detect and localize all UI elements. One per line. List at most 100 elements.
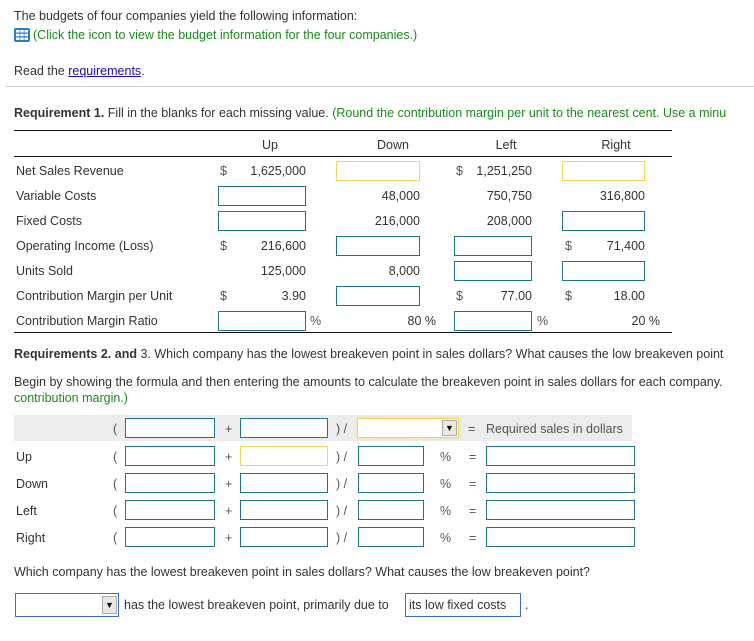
left-operating-income-input[interactable]	[454, 236, 532, 256]
equals-sign: =	[469, 504, 477, 518]
up-required-sales-input[interactable]	[486, 446, 635, 466]
table-bottom-rule	[14, 332, 672, 333]
percent-sign: %	[440, 450, 452, 464]
req23-question: Which company has the lowest breakeven p…	[150, 347, 724, 361]
right-net-sales-input[interactable]	[562, 161, 645, 181]
left-target-profit-input[interactable]	[240, 500, 328, 520]
table-grid-icon[interactable]	[14, 28, 30, 42]
column-header-left: Left	[495, 138, 517, 152]
plus-sign: +	[225, 504, 233, 518]
left-variable-costs: 750,750	[486, 189, 532, 203]
requirement-1-label: Requirement 1.	[14, 106, 105, 120]
row-label-operating-income: Operating Income (Loss)	[16, 239, 154, 253]
left-fixed-costs-input[interactable]	[125, 500, 215, 520]
company-label-down: Down	[16, 477, 48, 491]
column-header-down: Down	[377, 138, 409, 152]
down-cm-ratio-input[interactable]	[358, 473, 424, 493]
up-fixed-costs-input[interactable]	[125, 446, 215, 466]
percent-sign: %	[440, 477, 452, 491]
dollar-sign: $	[220, 164, 227, 178]
dollar-sign: $	[456, 289, 463, 303]
company-label-left: Left	[16, 504, 37, 518]
budget-info-instruction[interactable]: (Click the icon to view the budget infor…	[33, 28, 417, 42]
down-target-profit-input[interactable]	[240, 473, 328, 493]
up-cm-per-unit: 3.90	[281, 289, 306, 303]
dollar-sign: $	[565, 289, 572, 303]
left-cm-per-unit: 77.00	[500, 289, 532, 303]
right-fixed-costs-input[interactable]	[562, 211, 645, 231]
percent-sign: %	[310, 314, 322, 328]
req-and: and	[111, 347, 141, 361]
equals-sign: =	[469, 450, 477, 464]
reason-answer-dropdown[interactable]: its low fixed costs	[405, 593, 521, 617]
budget-info-link[interactable]: (Click the icon to view the budget infor…	[14, 28, 417, 42]
down-units-sold: 8,000	[388, 264, 420, 278]
requirement-1-heading: Requirement 1. Fill in the blanks for ea…	[14, 106, 726, 120]
row-label-cm-ratio: Contribution Margin Ratio	[16, 314, 158, 328]
company-label-up: Up	[16, 450, 32, 464]
formula-fixed-costs-label-input[interactable]	[125, 418, 215, 438]
close-divide: ) /	[336, 450, 348, 464]
dropdown-arrow-icon[interactable]: ▼	[102, 596, 117, 614]
down-cm-ratio: 80 %	[407, 314, 437, 328]
left-cm-ratio-input[interactable]	[358, 500, 424, 520]
down-net-sales-input[interactable]	[336, 161, 420, 181]
section-divider	[6, 86, 754, 87]
up-operating-income: 216,600	[260, 239, 306, 253]
up-target-profit-input[interactable]	[240, 446, 328, 466]
equals-sign: =	[469, 531, 477, 545]
close-divide: ) /	[336, 422, 348, 436]
column-header-up: Up	[262, 138, 278, 152]
right-units-sold-input[interactable]	[562, 261, 645, 281]
up-cm-ratio-input[interactable]	[358, 446, 424, 466]
company-answer-dropdown[interactable]: ▼	[15, 593, 119, 617]
row-label-net-sales: Net Sales Revenue	[16, 164, 124, 178]
down-required-sales-input[interactable]	[486, 473, 635, 493]
left-net-sales: 1,251,250	[476, 164, 532, 178]
percent-sign: %	[440, 504, 452, 518]
up-fixed-costs-input[interactable]	[218, 211, 306, 231]
table-top-rule	[14, 130, 672, 131]
left-fixed-costs: 208,000	[486, 214, 532, 228]
right-required-sales-input[interactable]	[486, 527, 635, 547]
down-operating-income-input[interactable]	[336, 236, 420, 256]
up-cm-ratio-input[interactable]	[218, 311, 306, 331]
requirements-link[interactable]: requirements	[68, 64, 141, 78]
left-cm-ratio-input[interactable]	[454, 311, 532, 331]
header-bottom-rule	[14, 156, 672, 157]
req2-label: Requirements 2.	[14, 347, 112, 361]
dollar-sign: $	[456, 164, 463, 178]
row-label-variable-costs: Variable Costs	[16, 189, 97, 203]
close-divide: ) /	[336, 477, 348, 491]
right-fixed-costs-input[interactable]	[125, 527, 215, 547]
down-cm-per-unit-input[interactable]	[336, 286, 420, 306]
read-prefix: Read the	[14, 64, 69, 78]
equals-sign: =	[468, 422, 476, 436]
requirement-1-text: Fill in the blanks for each missing valu…	[104, 106, 333, 120]
read-suffix: .	[141, 64, 145, 78]
row-label-fixed-costs: Fixed Costs	[16, 214, 82, 228]
open-paren: (	[113, 450, 118, 464]
up-variable-costs-input[interactable]	[218, 186, 306, 206]
up-units-sold: 125,000	[260, 264, 306, 278]
left-units-sold-input[interactable]	[454, 261, 532, 281]
open-paren: (	[113, 422, 118, 436]
required-sales-label: Required sales in dollars	[486, 422, 623, 436]
read-requirements: Read the requirements.	[14, 64, 145, 78]
answer-mid-text: has the lowest breakeven point, primaril…	[124, 598, 389, 612]
formula-target-profit-label-input[interactable]	[240, 418, 328, 438]
dollar-sign: $	[220, 289, 227, 303]
down-fixed-costs-input[interactable]	[125, 473, 215, 493]
close-divide: ) /	[336, 504, 348, 518]
req23-instruction-hint: contribution margin.)	[14, 391, 128, 405]
formula-divisor-dropdown[interactable]: ▼	[357, 418, 459, 438]
left-required-sales-input[interactable]	[486, 500, 635, 520]
open-paren: (	[113, 531, 118, 545]
open-paren: (	[113, 504, 118, 518]
right-target-profit-input[interactable]	[240, 527, 328, 547]
requirement-1-hint: (Round the contribution margin per unit …	[332, 106, 727, 120]
right-cm-ratio-input[interactable]	[358, 527, 424, 547]
equals-sign: =	[469, 477, 477, 491]
dropdown-arrow-icon[interactable]: ▼	[442, 420, 457, 436]
percent-sign: %	[537, 314, 549, 328]
